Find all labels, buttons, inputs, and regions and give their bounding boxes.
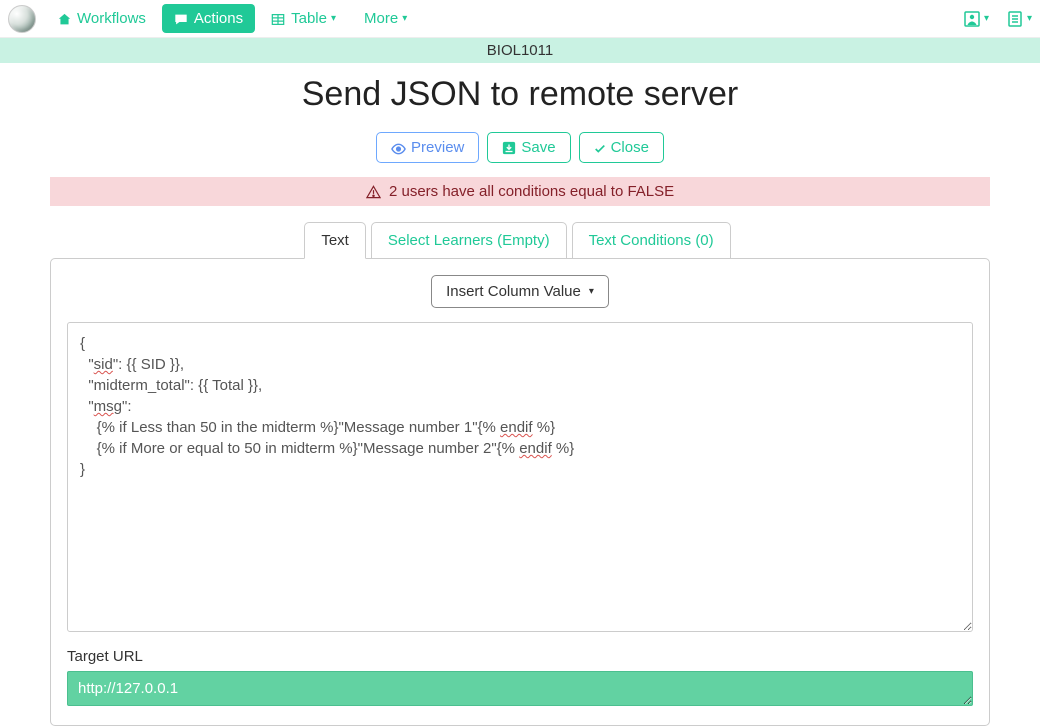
tab-text-conditions[interactable]: Text Conditions (0) (572, 222, 731, 259)
nav-more-label: More (364, 10, 398, 27)
document-icon (1007, 11, 1023, 27)
tabs-row: Text Select Learners (Empty) Text Condit… (0, 222, 1040, 259)
warning-icon (366, 183, 385, 200)
home-icon (58, 11, 71, 26)
save-button[interactable]: Save (487, 132, 570, 163)
json-template-editor[interactable]: { "sid": {{ SID }}, "midterm_total": {{ … (67, 322, 973, 632)
target-url-input[interactable] (67, 671, 973, 706)
chevron-down-icon: ▾ (984, 13, 989, 24)
comment-icon (174, 11, 188, 26)
editor-panel: Insert Column Value ▾ { "sid": {{ SID }}… (50, 258, 990, 726)
project-name: BIOL1011 (487, 42, 553, 59)
chevron-down-icon: ▾ (402, 13, 407, 24)
project-bar: BIOL1011 (0, 38, 1040, 63)
nav-table-label: Table (291, 10, 327, 27)
insert-column-label: Insert Column Value (446, 283, 581, 300)
table-icon (271, 11, 285, 26)
warning-alert: 2 users have all conditions equal to FAL… (50, 177, 990, 206)
docs-menu[interactable]: ▾ (1007, 11, 1032, 27)
tab-text[interactable]: Text (304, 222, 366, 259)
eye-icon (391, 140, 406, 155)
page-title: Send JSON to remote server (0, 75, 1040, 114)
close-label: Close (611, 139, 649, 156)
user-menu[interactable]: ▾ (964, 11, 989, 27)
action-button-row: Preview Save Close (0, 132, 1040, 163)
app-logo[interactable] (8, 5, 36, 33)
alert-text: 2 users have all conditions equal to FAL… (389, 183, 674, 200)
nav-more[interactable]: More ▾ (352, 4, 419, 33)
chevron-down-icon: ▾ (331, 13, 336, 24)
nav-actions-label: Actions (194, 10, 243, 27)
chevron-down-icon: ▾ (589, 286, 594, 297)
nav-table[interactable]: Table ▾ (259, 4, 348, 33)
nav-workflows-label: Workflows (77, 10, 146, 27)
close-button[interactable]: Close (579, 132, 664, 163)
navbar-right: ▾ ▾ (946, 11, 1032, 27)
nav-actions[interactable]: Actions (162, 4, 255, 33)
target-url-label: Target URL (67, 648, 973, 665)
insert-row: Insert Column Value ▾ (67, 275, 973, 308)
user-square-icon (964, 11, 980, 27)
preview-label: Preview (411, 139, 464, 156)
preview-button[interactable]: Preview (376, 132, 479, 163)
chevron-down-icon: ▾ (1027, 13, 1032, 24)
nav-workflows[interactable]: Workflows (46, 4, 158, 33)
check-icon (594, 140, 606, 155)
save-download-icon (502, 140, 516, 156)
top-navbar: Workflows Actions Table ▾ More ▾ ▾ ▾ (0, 0, 1040, 38)
tab-select-learners[interactable]: Select Learners (Empty) (371, 222, 567, 259)
insert-column-button[interactable]: Insert Column Value ▾ (431, 275, 609, 308)
save-label: Save (521, 139, 555, 156)
